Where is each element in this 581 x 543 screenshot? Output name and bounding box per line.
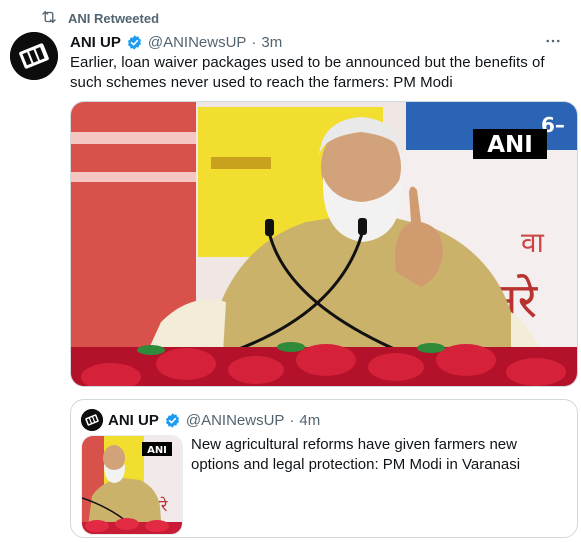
retweet-icon <box>40 8 58 29</box>
retweet-context[interactable]: ANI Retweeted <box>40 9 159 27</box>
quoted-author-name: ANI UP <box>108 411 159 429</box>
quoted-tweet-header: ANI UP @ANINewsUP · 4m <box>81 409 320 431</box>
quoted-tweet[interactable]: ANI UP @ANINewsUP · 4m नरे ANI New agric… <box>70 399 578 538</box>
quoted-tweet-text: New agricultural reforms have given farm… <box>191 436 521 473</box>
quoted-photo-thumbnail[interactable]: नरे ANI <box>81 435 183 535</box>
separator-dot: · <box>289 411 295 429</box>
author-handle[interactable]: @ANINewsUP <box>148 34 247 51</box>
author-name[interactable]: ANI UP <box>70 34 121 51</box>
quoted-author-handle: @ANINewsUP <box>185 411 285 429</box>
avatar[interactable] <box>10 32 58 80</box>
verified-icon <box>164 412 181 429</box>
separator-dot: · <box>251 33 257 51</box>
tweet-timestamp[interactable]: 3m <box>261 34 282 51</box>
ani-watermark: ANI <box>487 132 533 158</box>
tweet-text: Earlier, loan waiver packages used to be… <box>70 54 545 91</box>
more-icon[interactable] <box>543 31 563 51</box>
quoted-avatar <box>81 409 103 431</box>
svg-text:वा: वा <box>521 226 545 259</box>
quoted-ani-watermark: ANI <box>147 445 167 456</box>
tweet-photo[interactable]: 6– नरे वा ANI <box>70 101 578 387</box>
quoted-timestamp: 4m <box>299 411 321 429</box>
tweet-header: ANI UP @ANINewsUP · 3m <box>70 31 571 53</box>
retweet-label: ANI Retweeted <box>68 10 160 26</box>
verified-icon <box>126 34 143 51</box>
